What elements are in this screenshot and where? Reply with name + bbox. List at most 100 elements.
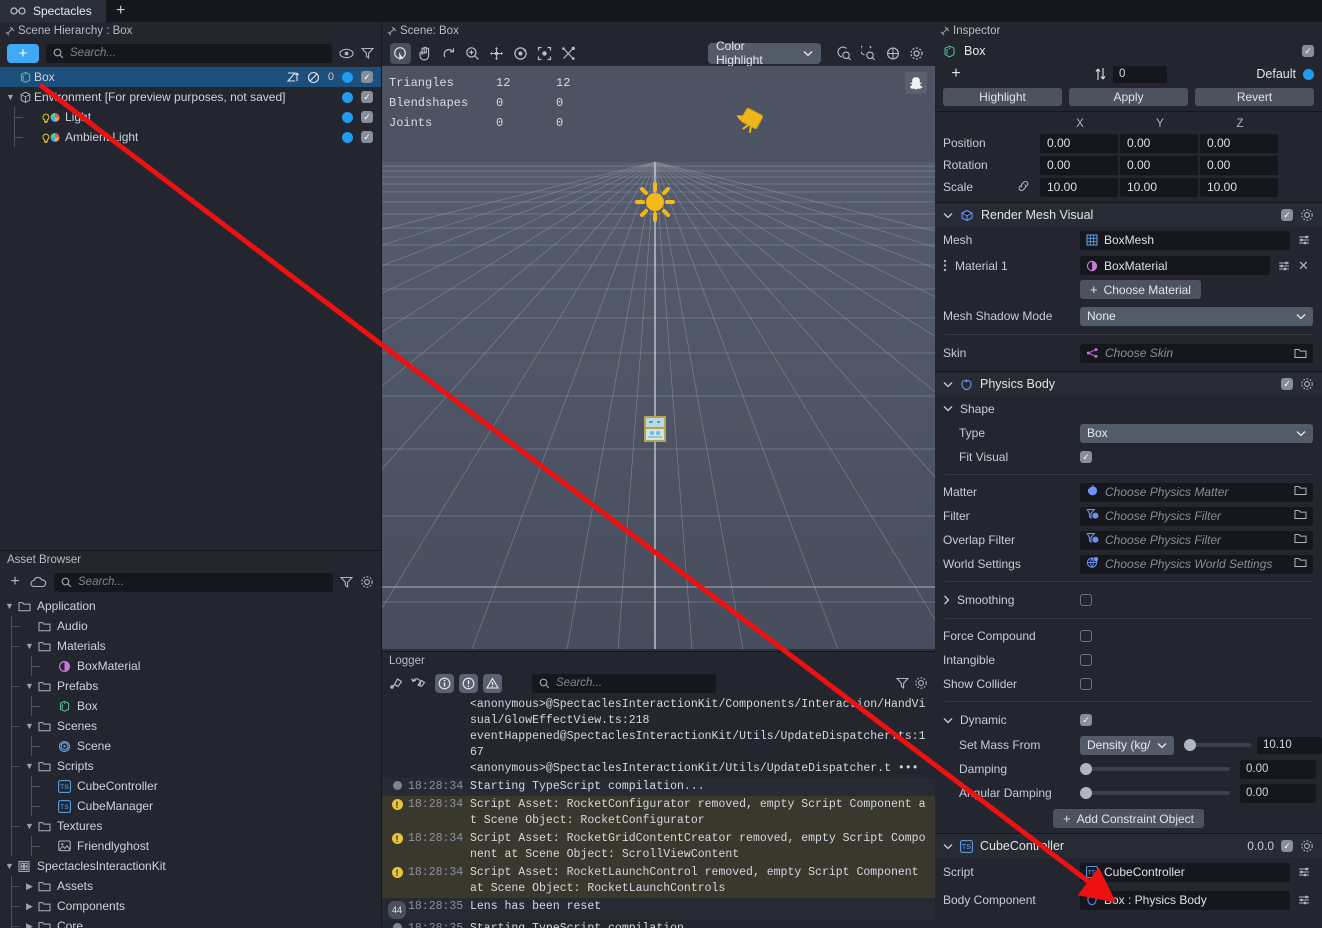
chevron-right-icon[interactable]: [943, 595, 950, 605]
log-entry[interactable]: <anonymous>@SpectaclesInteractionKit/Com…: [382, 696, 935, 778]
revert-button[interactable]: Revert: [1195, 88, 1314, 106]
disclosure-arrow[interactable]: ▶: [23, 881, 36, 892]
asset-row-textures[interactable]: ▼ Textures: [0, 816, 381, 836]
gear-icon[interactable]: [906, 43, 927, 64]
drag-handle-icon[interactable]: [943, 259, 947, 272]
transform-field-z[interactable]: 0.00: [1200, 133, 1278, 153]
cloud-icon[interactable]: [30, 576, 47, 588]
tab-spectacles[interactable]: Spectacles: [0, 0, 106, 22]
new-tab-button[interactable]: +: [106, 0, 136, 22]
layer-dot[interactable]: [342, 91, 353, 103]
angular-damping-slider[interactable]: [1080, 787, 1230, 799]
zoom-icon[interactable]: [462, 43, 483, 64]
row-enabled-checkbox[interactable]: ✓: [361, 131, 373, 143]
dynamic-checkbox[interactable]: ✓: [1080, 714, 1092, 726]
gear-icon[interactable]: [1300, 208, 1314, 222]
highlight-button[interactable]: Highlight: [943, 88, 1062, 106]
folder-icon[interactable]: [1294, 557, 1307, 571]
gear-icon[interactable]: [914, 676, 928, 690]
chevron-down-icon[interactable]: [943, 212, 953, 219]
script-options-icon[interactable]: [1298, 866, 1311, 878]
chevron-down-icon[interactable]: [943, 717, 953, 724]
mesh-value-field[interactable]: BoxMesh: [1080, 230, 1290, 250]
warn-filter-icon[interactable]: [459, 673, 478, 693]
scene-viewport[interactable]: Triangles 12 12 Blendshapes 0 0 Joints 0 0: [382, 66, 935, 649]
filter-icon[interactable]: [361, 47, 374, 59]
asset-row-spectaclesinteractionkit[interactable]: ▼ SpectaclesInteractionKit: [0, 856, 381, 876]
disclosure-arrow[interactable]: ▼: [23, 821, 36, 831]
logger-search-input[interactable]: Search...: [532, 673, 716, 693]
order-value-field[interactable]: 0: [1113, 65, 1167, 83]
object-enabled-checkbox[interactable]: ✓: [1302, 45, 1314, 57]
pan-hand-icon[interactable]: [414, 43, 435, 64]
row-enabled-checkbox[interactable]: ✓: [361, 91, 373, 103]
log-entry[interactable]: ! 18:28:34 Script Asset: RocketConfigurato…: [382, 796, 935, 830]
gear-icon[interactable]: [360, 575, 374, 589]
disclosure-arrow[interactable]: ▼: [4, 92, 17, 102]
move-icon[interactable]: [486, 43, 507, 64]
asset-row-cubemanager[interactable]: TS CubeManager: [0, 796, 381, 816]
layer-dot[interactable]: [342, 71, 353, 83]
no-entry-icon[interactable]: [307, 71, 320, 84]
physics-asset-field[interactable]: Choose Physics Matter: [1080, 482, 1313, 502]
frame-icon[interactable]: [534, 43, 555, 64]
skin-value-field[interactable]: Choose Skin: [1080, 343, 1313, 363]
pin-icon[interactable]: [387, 26, 397, 36]
log-entry[interactable]: ! 18:28:34 Script Asset: RocketGridContent…: [382, 830, 935, 864]
pin-icon[interactable]: [940, 26, 950, 36]
dynamic-row[interactable]: Dynamic ✓: [935, 707, 1322, 733]
asset-row-scene[interactable]: Scene: [0, 736, 381, 756]
preview-view-icon[interactable]: [834, 43, 855, 64]
folder-icon[interactable]: [1294, 485, 1307, 499]
disclosure-arrow[interactable]: ▼: [23, 641, 36, 651]
hierarchy-row-environment[interactable]: ▼ Environment [For preview purposes, not …: [0, 87, 381, 107]
add-component-button[interactable]: +: [943, 65, 969, 83]
shape-group-row[interactable]: Shape: [935, 396, 1322, 421]
disclosure-arrow[interactable]: ▼: [3, 861, 16, 871]
component-header-cube-controller[interactable]: TS CubeController 0.0.0 ✓: [935, 834, 1322, 858]
asset-row-cubecontroller[interactable]: TS CubeController: [0, 776, 381, 796]
row-enabled-checkbox[interactable]: ✓: [361, 111, 373, 123]
clear-icon[interactable]: [389, 676, 405, 690]
asset-row-core[interactable]: ▶ Core: [0, 916, 381, 928]
transform-field-y[interactable]: 0.00: [1120, 133, 1198, 153]
disclosure-arrow[interactable]: ▶: [23, 921, 36, 928]
filter-icon[interactable]: [340, 576, 353, 588]
select-icon[interactable]: [390, 42, 411, 64]
mass-slider[interactable]: [1184, 739, 1251, 751]
folder-icon[interactable]: [1294, 348, 1307, 359]
physics-flag-checkbox[interactable]: [1080, 678, 1092, 690]
asset-row-materials[interactable]: ▼ Materials: [0, 636, 381, 656]
hierarchy-row-ambient[interactable]: Ambient Light ✓: [0, 127, 381, 147]
asset-row-scripts[interactable]: ▼ Scripts: [0, 756, 381, 776]
physics-asset-field[interactable]: Choose Physics Filter: [1080, 530, 1313, 550]
component-header-physics-body[interactable]: Physics Body ✓: [935, 372, 1322, 396]
disclosure-arrow[interactable]: ▼: [23, 681, 36, 691]
transform-field-x[interactable]: 0.00: [1040, 133, 1118, 153]
search-view-icon[interactable]: [858, 43, 879, 64]
component-enabled-checkbox[interactable]: ✓: [1281, 378, 1293, 390]
mesh-shadow-mode-select[interactable]: None: [1080, 306, 1313, 326]
orbit-icon[interactable]: [510, 43, 531, 64]
asset-row-audio[interactable]: Audio: [0, 616, 381, 636]
mesh-options-icon[interactable]: [1298, 234, 1311, 246]
sort-order-icon[interactable]: [1094, 67, 1107, 81]
folder-icon[interactable]: [1294, 533, 1307, 547]
disclosure-arrow[interactable]: ▶: [23, 901, 36, 912]
damping-slider[interactable]: [1080, 763, 1230, 775]
hierarchy-row-light[interactable]: Light ✓: [0, 107, 381, 127]
transform-field-x[interactable]: 0.00: [1040, 155, 1118, 175]
physics-flag-checkbox[interactable]: [1080, 654, 1092, 666]
physics-asset-field[interactable]: Choose Physics World Settings: [1080, 554, 1313, 574]
transform-field-y[interactable]: 0.00: [1120, 155, 1198, 175]
layer-dot[interactable]: [342, 111, 353, 123]
transform-field-z[interactable]: 10.00: [1200, 177, 1278, 197]
shape-type-select[interactable]: Box: [1080, 423, 1313, 443]
apply-button[interactable]: Apply: [1069, 88, 1188, 106]
remove-material-icon[interactable]: ✕: [1298, 258, 1309, 274]
chevron-down-icon[interactable]: [943, 843, 953, 850]
logger-entries[interactable]: <anonymous>@SpectaclesInteractionKit/Com…: [382, 696, 935, 928]
reload-icon[interactable]: [410, 676, 426, 690]
component-enabled-checkbox[interactable]: ✓: [1281, 209, 1293, 221]
physics-flag-checkbox[interactable]: [1080, 630, 1092, 642]
